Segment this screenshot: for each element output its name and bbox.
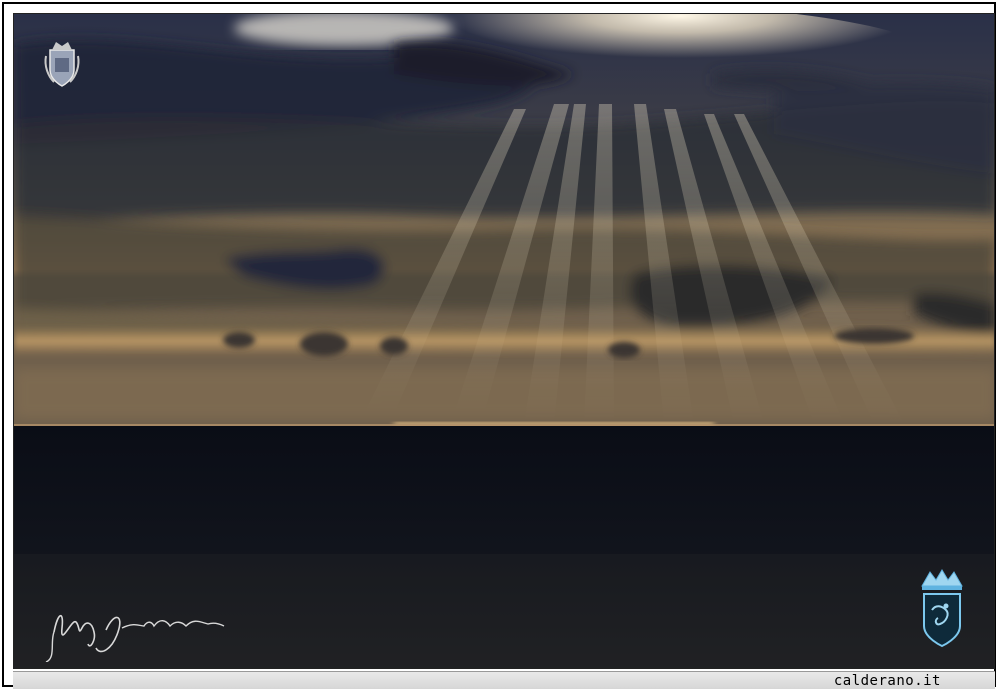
- site-label: calderano.it: [833, 673, 941, 689]
- handwritten-signature: [45, 614, 225, 662]
- coat-of-arms-icon: [44, 42, 80, 87]
- photo-frame: calderano.it: [2, 2, 996, 689]
- sunset-photo: [13, 13, 995, 669]
- crowned-shield-icon: [921, 569, 963, 648]
- caption-bar: calderano.it: [13, 671, 995, 689]
- sunset-scene: [14, 14, 994, 668]
